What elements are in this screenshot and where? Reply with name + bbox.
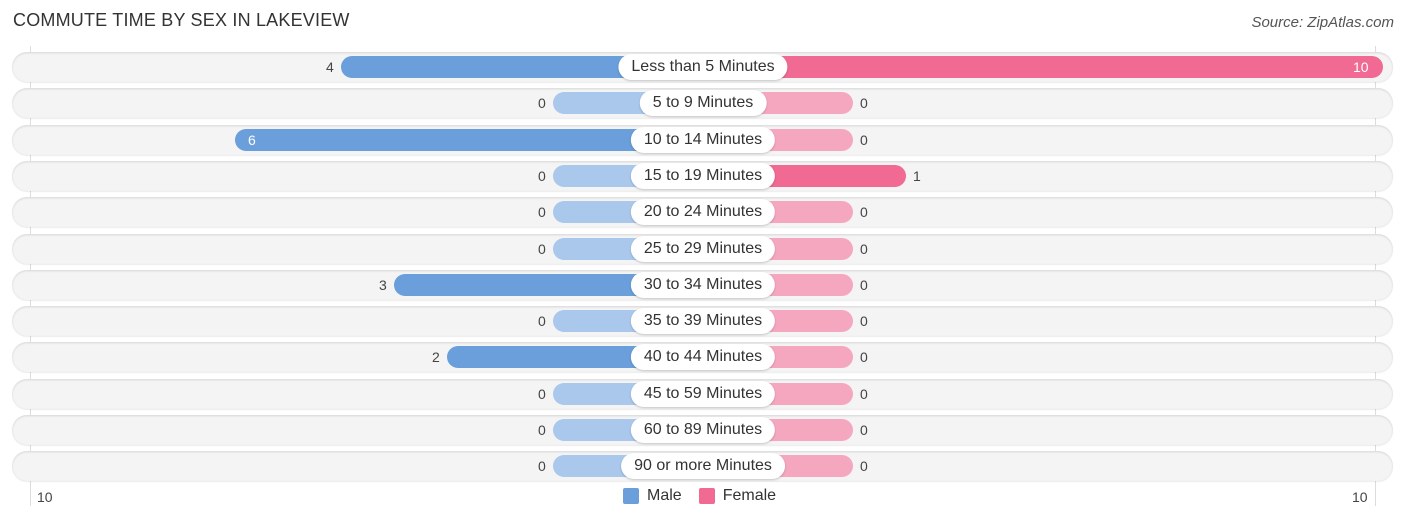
value-label-male: 0: [538, 95, 546, 112]
axis-tick-right: 10: [1352, 489, 1368, 505]
category-label: Less than 5 Minutes: [618, 54, 788, 80]
value-label-female: 0: [860, 458, 868, 475]
category-label: 90 or more Minutes: [621, 453, 785, 480]
value-label-male: 2: [432, 349, 440, 366]
category-label: 5 to 9 Minutes: [639, 90, 767, 117]
chart-title: COMMUTE TIME BY SEX IN LAKEVIEW: [13, 10, 350, 30]
value-label-male: 0: [538, 167, 546, 184]
chart-root: COMMUTE TIME BY SEX IN LAKEVIEW Source: …: [0, 0, 1406, 522]
value-label-female: 10: [1353, 59, 1369, 75]
axis-tick-left: 10: [37, 489, 53, 505]
value-label-female: 0: [860, 422, 868, 438]
legend-label-male: Male: [647, 487, 682, 504]
category-label: 10 to 14 Minutes: [630, 126, 776, 153]
category-label: 15 to 19 Minutes: [630, 162, 776, 189]
category-label: 25 to 29 Minutes: [630, 235, 776, 262]
value-label-female: 0: [860, 240, 868, 257]
value-label-male: 0: [538, 385, 546, 402]
value-label-male: 0: [538, 204, 546, 221]
value-label-male: 0: [538, 458, 546, 475]
value-label-male: 0: [538, 313, 546, 330]
value-label-female: 0: [860, 385, 868, 402]
value-label-male: 6: [248, 131, 256, 148]
legend-swatch-male: [623, 488, 639, 504]
category-label: 60 to 89 Minutes: [630, 417, 776, 443]
category-label: 30 to 34 Minutes: [630, 271, 776, 298]
category-label: 40 to 44 Minutes: [630, 344, 776, 371]
value-label-female: 0: [860, 131, 868, 148]
bar-female: [703, 56, 1383, 78]
value-label-male: 0: [538, 240, 546, 257]
category-label: 20 to 24 Minutes: [630, 199, 776, 226]
value-label-female: 0: [860, 276, 868, 293]
value-label-male: 0: [538, 422, 546, 438]
legend: Male Female: [623, 487, 776, 505]
legend-swatch-female: [698, 488, 715, 504]
legend-label-female: Female: [722, 487, 777, 504]
value-label-female: 0: [860, 313, 868, 330]
value-label-female: 0: [860, 204, 868, 221]
value-label-male: 3: [379, 276, 387, 293]
value-label-female: 1: [913, 167, 921, 184]
value-label-female: 0: [860, 349, 868, 366]
source-label: Source: ZipAtlas.com: [1251, 14, 1394, 31]
value-label-female: 0: [860, 95, 868, 112]
value-label-male: 4: [326, 59, 334, 75]
category-label: 45 to 59 Minutes: [630, 380, 776, 407]
category-label: 35 to 39 Minutes: [630, 308, 776, 335]
